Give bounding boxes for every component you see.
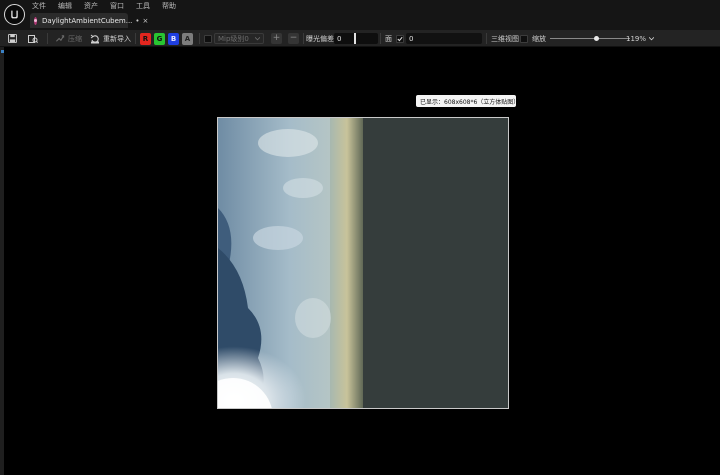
exposure-field-wrap: 0 xyxy=(334,30,378,47)
save-icon xyxy=(8,34,17,43)
plus-icon[interactable]: + xyxy=(271,33,282,44)
face-label: 面 xyxy=(385,34,392,43)
main-menu: 文件 编辑 资产 窗口 工具 帮助 xyxy=(32,1,182,11)
mip-level-value: Mip级别0 xyxy=(218,34,249,43)
tab-close-button[interactable]: × xyxy=(143,17,149,25)
exposure-group: 曝光偏差 xyxy=(306,30,334,47)
menu-asset[interactable]: 资产 xyxy=(78,1,104,11)
reimport-button[interactable]: 重新导入 xyxy=(90,30,131,47)
face-group: 面 xyxy=(385,30,392,47)
menu-tools[interactable]: 工具 xyxy=(130,1,156,11)
folder-search-icon xyxy=(28,34,38,43)
cubemap-face-graphic xyxy=(218,118,508,408)
reimport-label: 重新导入 xyxy=(103,34,131,43)
face-index-value: 0 xyxy=(409,34,414,43)
chevron-down-icon xyxy=(649,36,655,40)
face-field-wrap: 0 xyxy=(406,30,482,47)
face-index-field[interactable]: 0 xyxy=(406,33,482,44)
checkmark-icon xyxy=(397,36,403,41)
channel-b-toggle[interactable]: B xyxy=(168,32,179,45)
cubemap-preview-image xyxy=(217,117,509,409)
channel-r-toggle[interactable]: R xyxy=(140,32,151,45)
exposure-slider-fill xyxy=(354,33,356,44)
channel-toggles: R G B A xyxy=(140,30,193,47)
view-3d-group: 三维视图 xyxy=(491,30,519,47)
compress-icon xyxy=(56,35,65,42)
zoom-slider-thumb[interactable] xyxy=(593,36,599,41)
unreal-logo-icon[interactable] xyxy=(4,4,25,25)
zoom-value: 119% xyxy=(626,34,647,43)
compress-button[interactable]: 压缩 xyxy=(55,30,82,47)
exposure-bias-field[interactable]: 0 xyxy=(334,33,378,44)
view-3d-label: 三维视图 xyxy=(491,34,519,43)
chevron-down-icon xyxy=(255,36,260,40)
zoom-label: 缩放 xyxy=(532,34,546,43)
asset-tab[interactable]: DaylightAmbientCubem... • × xyxy=(30,13,148,28)
menu-help[interactable]: 帮助 xyxy=(156,1,182,11)
mip-level-combo[interactable]: Mip级别0 xyxy=(214,33,264,44)
menu-file[interactable]: 文件 xyxy=(32,1,52,11)
channel-g-toggle[interactable]: G xyxy=(154,32,165,45)
zoom-slider-wrap xyxy=(550,30,630,47)
mip-checkbox-wrap xyxy=(204,30,212,47)
save-button[interactable] xyxy=(8,30,17,47)
compress-label: 压缩 xyxy=(68,34,82,43)
face-checkbox[interactable] xyxy=(396,34,404,43)
zoom-group: 缩放 xyxy=(532,30,546,47)
minus-icon[interactable]: − xyxy=(288,33,299,44)
menu-window[interactable]: 窗口 xyxy=(104,1,130,11)
channel-a-toggle[interactable]: A xyxy=(182,32,193,45)
view-3d-checkbox-wrap xyxy=(520,30,528,47)
tab-label: DaylightAmbientCubem... xyxy=(42,16,133,25)
menu-edit[interactable]: 编辑 xyxy=(52,1,78,11)
mip-level-combo-wrap: Mip级别0 xyxy=(214,30,264,47)
editor-toolbar: 压缩 重新导入 R G B A Mip级别0 + − 曝光偏差 0 面 0 三维… xyxy=(0,30,720,47)
zoom-slider[interactable] xyxy=(550,36,630,41)
zoom-value-dropdown[interactable]: 119% xyxy=(626,30,655,47)
exposure-bias-value: 0 xyxy=(337,34,342,43)
texture-info-tooltip: 已显示：608x608*6（立方体贴图） xyxy=(416,95,519,107)
exposure-label: 曝光偏差 xyxy=(306,34,334,43)
title-bar: 文件 编辑 资产 窗口 工具 帮助 DaylightAmbientCubem..… xyxy=(0,0,720,30)
browse-button[interactable] xyxy=(28,30,38,47)
tab-modified-dot: • xyxy=(135,16,140,25)
face-checkbox-wrap xyxy=(396,30,404,47)
reimport-icon xyxy=(90,34,99,43)
mip-checkbox[interactable] xyxy=(204,34,212,43)
mip-increase-wrap: + xyxy=(271,30,282,47)
view-3d-checkbox[interactable] xyxy=(520,34,528,43)
texture-asset-icon xyxy=(34,16,37,25)
mip-decrease-wrap: − xyxy=(288,30,299,47)
